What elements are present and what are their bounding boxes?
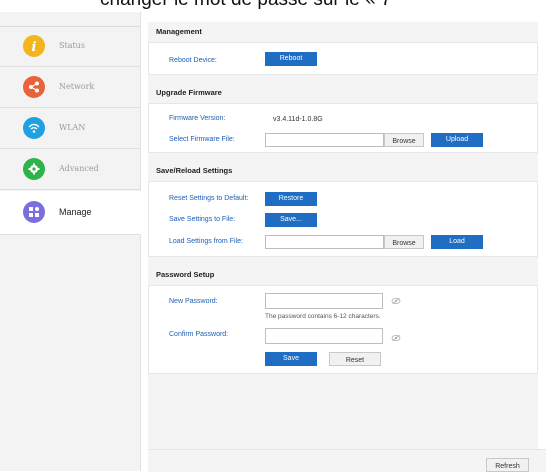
gear-icon bbox=[23, 158, 45, 180]
refresh-button[interactable]: Refresh bbox=[486, 458, 529, 472]
password-hint: The password contains 6-12 characters. bbox=[265, 313, 381, 320]
sidebar-top-divider bbox=[0, 12, 140, 27]
page-caption: changer le mot de passe sur le « 7 bbox=[100, 0, 546, 9]
sidebar: i Status Network WLAN Advanced Manage bbox=[0, 12, 141, 471]
reboot-label: Reboot Device: bbox=[169, 57, 217, 64]
sidebar-item-manage[interactable]: Manage bbox=[0, 191, 141, 235]
browse-firmware-button[interactable]: Browse bbox=[384, 133, 424, 147]
firmware-version-value: v3.4.11d-1.0.8G bbox=[273, 116, 323, 123]
wifi-icon bbox=[23, 117, 45, 139]
firmware-file-field[interactable] bbox=[265, 133, 384, 147]
save-settings-button[interactable]: Save... bbox=[265, 213, 317, 227]
restore-button[interactable]: Restore bbox=[265, 192, 317, 206]
section-title-management: Management bbox=[148, 24, 538, 40]
firmware-version-label: Firmware Version: bbox=[169, 115, 226, 122]
browse-settings-button[interactable]: Browse bbox=[384, 235, 424, 249]
settings-panel: Reset Settings to Default: Restore Save … bbox=[148, 181, 538, 257]
grid-icon bbox=[23, 201, 45, 223]
password-panel: New Password: The password contains 6-12… bbox=[148, 285, 538, 374]
share-icon bbox=[23, 76, 45, 98]
firmware-panel: Firmware Version: v3.4.11d-1.0.8G Select… bbox=[148, 103, 538, 153]
management-panel: Reboot Device: Reboot bbox=[148, 42, 538, 75]
reboot-button[interactable]: Reboot bbox=[265, 52, 317, 66]
sidebar-item-label: Status bbox=[59, 41, 85, 50]
new-password-label: New Password: bbox=[169, 298, 218, 305]
load-button[interactable]: Load bbox=[431, 235, 483, 249]
upload-button[interactable]: Upload bbox=[431, 133, 483, 147]
confirm-password-input[interactable] bbox=[265, 328, 383, 344]
load-settings-label: Load Settings from File: bbox=[169, 238, 243, 245]
sidebar-item-label: WLAN bbox=[59, 123, 86, 132]
sidebar-item-status[interactable]: i Status bbox=[0, 27, 140, 67]
save-settings-label: Save Settings to File: bbox=[169, 216, 236, 223]
select-firmware-label: Select Firmware File: bbox=[169, 136, 235, 143]
section-title-settings: Save/Reload Settings bbox=[148, 163, 538, 179]
eye-slash-icon[interactable] bbox=[391, 334, 401, 342]
reset-settings-label: Reset Settings to Default: bbox=[169, 195, 249, 202]
reset-password-button[interactable]: Reset bbox=[329, 352, 381, 366]
section-title-firmware: Upgrade Firmware bbox=[148, 85, 538, 101]
section-title-password: Password Setup bbox=[148, 267, 538, 283]
svg-text:i: i bbox=[32, 40, 37, 53]
info-icon: i bbox=[23, 35, 45, 57]
main-content: Management Reboot Device: Reboot Upgrade… bbox=[148, 22, 538, 471]
sidebar-item-label: Network bbox=[59, 82, 95, 91]
footer-bar: Refresh bbox=[148, 449, 546, 472]
sidebar-item-wlan[interactable]: WLAN bbox=[0, 109, 140, 149]
save-password-button[interactable]: Save bbox=[265, 352, 317, 366]
eye-slash-icon[interactable] bbox=[391, 297, 401, 305]
sidebar-item-label: Manage bbox=[59, 207, 92, 217]
sidebar-item-advanced[interactable]: Advanced bbox=[0, 150, 140, 190]
settings-file-field[interactable] bbox=[265, 235, 384, 249]
sidebar-item-label: Advanced bbox=[59, 164, 99, 173]
confirm-password-label: Confirm Password: bbox=[169, 331, 229, 338]
sidebar-item-network[interactable]: Network bbox=[0, 68, 140, 108]
new-password-input[interactable] bbox=[265, 293, 383, 309]
